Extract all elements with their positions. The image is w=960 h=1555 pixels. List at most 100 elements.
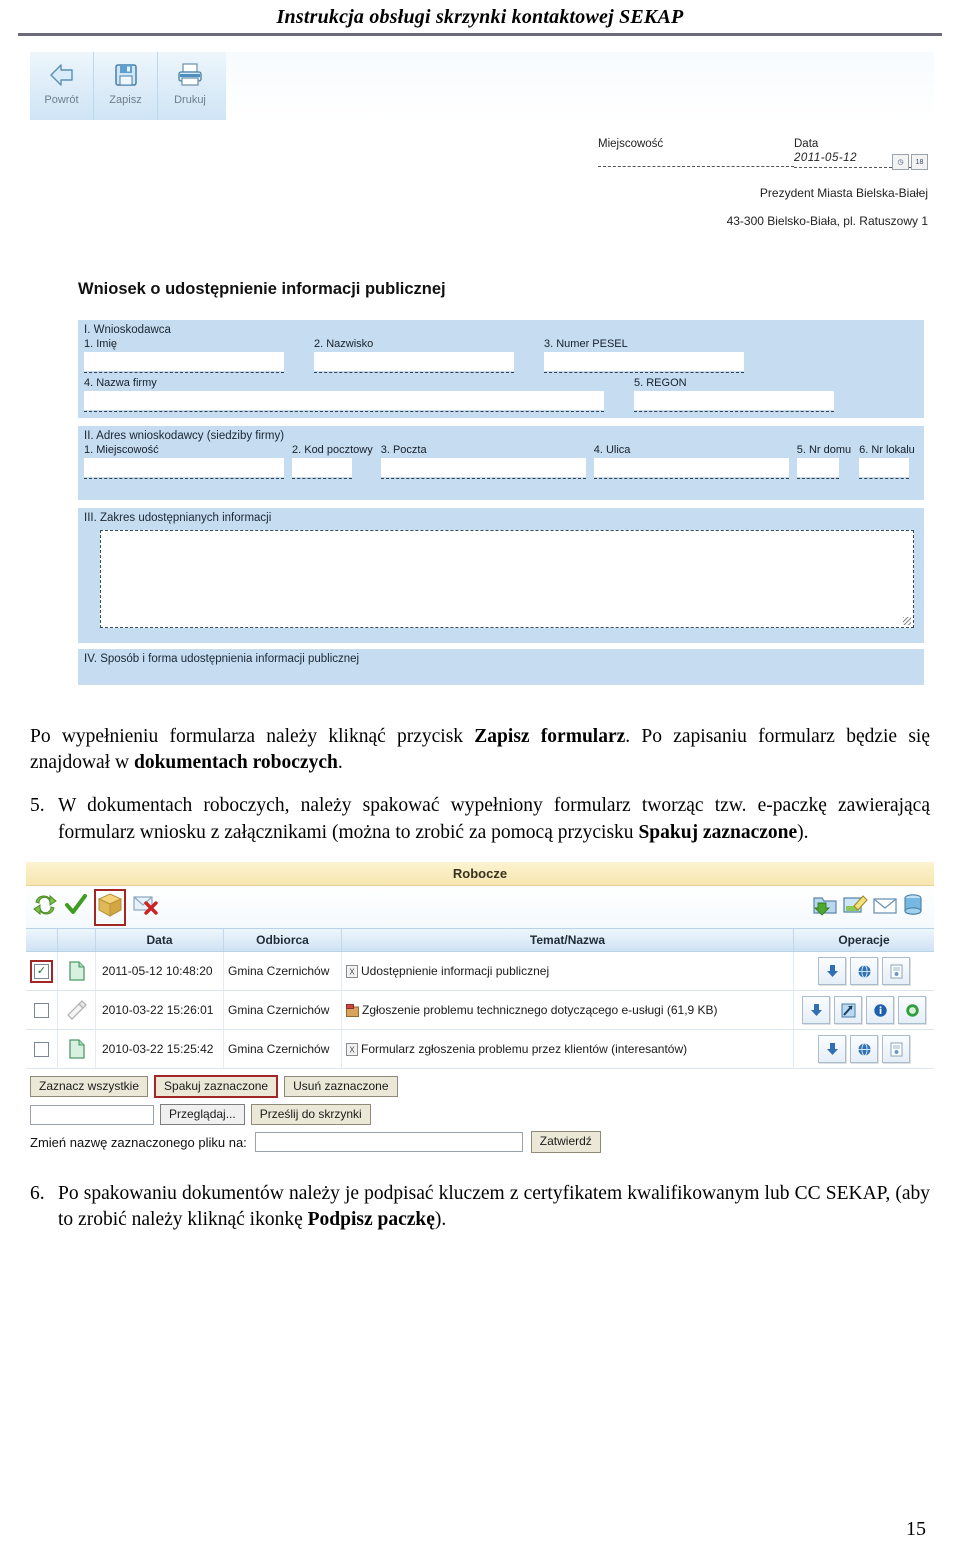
- back-button[interactable]: Powrót: [30, 52, 94, 120]
- preview-icon[interactable]: [850, 1035, 878, 1064]
- field-nr-lokalu-input[interactable]: [859, 458, 910, 477]
- field-poczta-input[interactable]: [380, 458, 586, 477]
- details-icon[interactable]: [882, 957, 910, 986]
- field-kod-pocztowy-underline: [292, 477, 352, 479]
- print-button[interactable]: Drukuj: [158, 52, 222, 120]
- field-miejscowosc-underline: [84, 477, 284, 479]
- refresh-icon[interactable]: [32, 893, 58, 922]
- field-nazwa-firmy-underline: [84, 410, 604, 412]
- row-recipient: Gmina Czernichów: [224, 991, 342, 1030]
- delete-selected-button[interactable]: Usuń zaznaczone: [284, 1076, 398, 1098]
- intro-bold-dokumenty-robocze: dokumentach roboczych: [133, 751, 338, 773]
- field-nr-domu-label: 5. Nr domu: [796, 444, 852, 456]
- field-kod-pocztowy-input[interactable]: [292, 458, 352, 477]
- field-miejscowosc-input[interactable]: [84, 458, 284, 477]
- info-icon[interactable]: [866, 996, 894, 1025]
- field-kod-pocztowy: 2. Kod pocztowy: [292, 444, 373, 479]
- row-subject-cell[interactable]: X Formularz zgłoszenia problemu przez kl…: [342, 1030, 794, 1069]
- column-header-operacje: Operacje: [838, 933, 890, 948]
- field-pesel-label: 3. Numer PESEL: [544, 338, 628, 350]
- row-checkbox[interactable]: ✓: [34, 963, 49, 979]
- row-checkbox[interactable]: [34, 1041, 49, 1057]
- date-picker-icons: ◷ 18: [892, 154, 928, 170]
- item6-bold-podpisz-paczke: Podpisz paczkę: [307, 1208, 435, 1230]
- field-nr-lokalu-underline: [859, 477, 910, 479]
- confirm-check-icon[interactable]: [64, 893, 88, 922]
- section-3-title: III. Zakres udostępnianych informacji: [84, 512, 272, 524]
- column-header-odbiorca[interactable]: Odbiorca: [224, 929, 342, 952]
- form-header-right: Miejscowość Data 2011-05-12 ◷ 18 Prezyde…: [598, 138, 928, 228]
- field-regon-input[interactable]: [634, 391, 834, 410]
- field-imie-underline: [84, 371, 284, 373]
- field-ulica-input[interactable]: [593, 458, 789, 477]
- table-row[interactable]: 2010-03-22 15:26:01 Gmina Czernichów Zgł…: [26, 991, 934, 1031]
- download-icon[interactable]: [802, 996, 830, 1025]
- form-toolbar: Powrót Zapisz Drukuj: [30, 52, 226, 120]
- table-row[interactable]: ✓ 2011-05-12 10:48:20 Gmina Czernichów X…: [26, 952, 934, 992]
- upload-row: Przeglądaj... Prześlij do skrzynki: [30, 1104, 930, 1126]
- details-icon[interactable]: [882, 1035, 910, 1064]
- pack-selected-button[interactable]: Spakuj zaznaczone: [154, 1075, 279, 1099]
- rename-label: Zmień nazwę zaznaczonego pliku na:: [30, 1134, 247, 1150]
- page-number: 15: [906, 1518, 926, 1540]
- xml-file-icon: X: [346, 964, 358, 978]
- field-pesel-input[interactable]: [544, 352, 744, 371]
- package-zip-icon: [346, 1003, 359, 1017]
- row-checkbox-cell[interactable]: [26, 1030, 58, 1069]
- field-nazwisko: 2. Nazwisko: [314, 338, 514, 373]
- list-item-6-number: 6.: [30, 1182, 45, 1204]
- robocze-title-bar: Robocze: [26, 862, 934, 887]
- toolbar-background-strip: [226, 52, 934, 120]
- clock-icon[interactable]: ◷: [892, 154, 909, 170]
- folder-download-icon[interactable]: [812, 893, 838, 922]
- delete-mail-icon[interactable]: [132, 893, 158, 922]
- table-row[interactable]: 2010-03-22 15:25:42 Gmina Czernichów X F…: [26, 1030, 934, 1070]
- row-checkbox-cell[interactable]: [26, 991, 58, 1030]
- preview-icon[interactable]: [850, 957, 878, 986]
- file-path-input[interactable]: [30, 1104, 154, 1125]
- row-subject-cell[interactable]: Zgłoszenie problemu technicznego dotyczą…: [342, 991, 794, 1030]
- archive-icon[interactable]: [902, 893, 924, 922]
- field-imie-input[interactable]: [84, 352, 284, 371]
- zakres-textarea[interactable]: [100, 530, 914, 628]
- rename-input[interactable]: [254, 1132, 523, 1153]
- field-nazwisko-underline: [314, 371, 514, 373]
- intro-text-3: .: [337, 751, 343, 773]
- calendar-icon[interactable]: 18: [911, 154, 928, 170]
- date-field-group: Data 2011-05-12 ◷ 18: [794, 138, 928, 170]
- row-checkbox[interactable]: [34, 1002, 49, 1018]
- back-arrow-icon: [47, 58, 77, 92]
- resize-grip-icon[interactable]: [903, 617, 911, 625]
- floppy-disk-icon: [112, 58, 140, 92]
- column-header-data[interactable]: Data: [96, 929, 224, 952]
- row-subject-cell[interactable]: X Udostępnienie informacji publicznej: [342, 952, 794, 991]
- field-nazwisko-input[interactable]: [314, 352, 514, 371]
- field-poczta-label: 3. Poczta: [380, 444, 427, 456]
- field-nazwa-firmy-input[interactable]: [84, 391, 604, 410]
- status-ok-icon[interactable]: [898, 996, 926, 1025]
- send-to-box-button[interactable]: Prześlij do skrzynki: [250, 1104, 371, 1126]
- download-icon[interactable]: [818, 957, 846, 986]
- city-input-line[interactable]: [598, 165, 794, 167]
- city-label: Miejscowość: [598, 138, 664, 150]
- save-button[interactable]: Zapisz: [94, 52, 158, 120]
- envelope-icon[interactable]: [872, 893, 898, 922]
- download-icon[interactable]: [818, 1035, 846, 1064]
- field-nr-domu-input[interactable]: [796, 458, 839, 477]
- package-box-button[interactable]: [94, 888, 126, 926]
- sign-edit-icon[interactable]: [842, 893, 868, 922]
- row-date: 2011-05-12 10:48:20: [96, 952, 224, 991]
- select-all-button[interactable]: Zaznacz wszystkie: [30, 1076, 149, 1098]
- browse-button[interactable]: Przeglądaj...: [160, 1104, 245, 1126]
- row-checkbox-cell[interactable]: ✓: [26, 952, 58, 991]
- open-icon[interactable]: [834, 996, 862, 1025]
- svg-text:X: X: [349, 1045, 355, 1054]
- confirm-rename-button[interactable]: Zatwierdź: [530, 1131, 601, 1153]
- column-header-temat[interactable]: Temat/Nazwa: [342, 929, 794, 952]
- field-kod-pocztowy-label: 2. Kod pocztowy: [292, 444, 373, 456]
- row-status-icon-cell: [58, 952, 96, 991]
- document-green-icon: [68, 1039, 85, 1059]
- field-nr-domu-underline: [796, 477, 839, 479]
- row-recipient: Gmina Czernichów: [224, 1030, 342, 1069]
- intro-bold-zapisz-formularz: Zapisz formularz: [474, 726, 626, 747]
